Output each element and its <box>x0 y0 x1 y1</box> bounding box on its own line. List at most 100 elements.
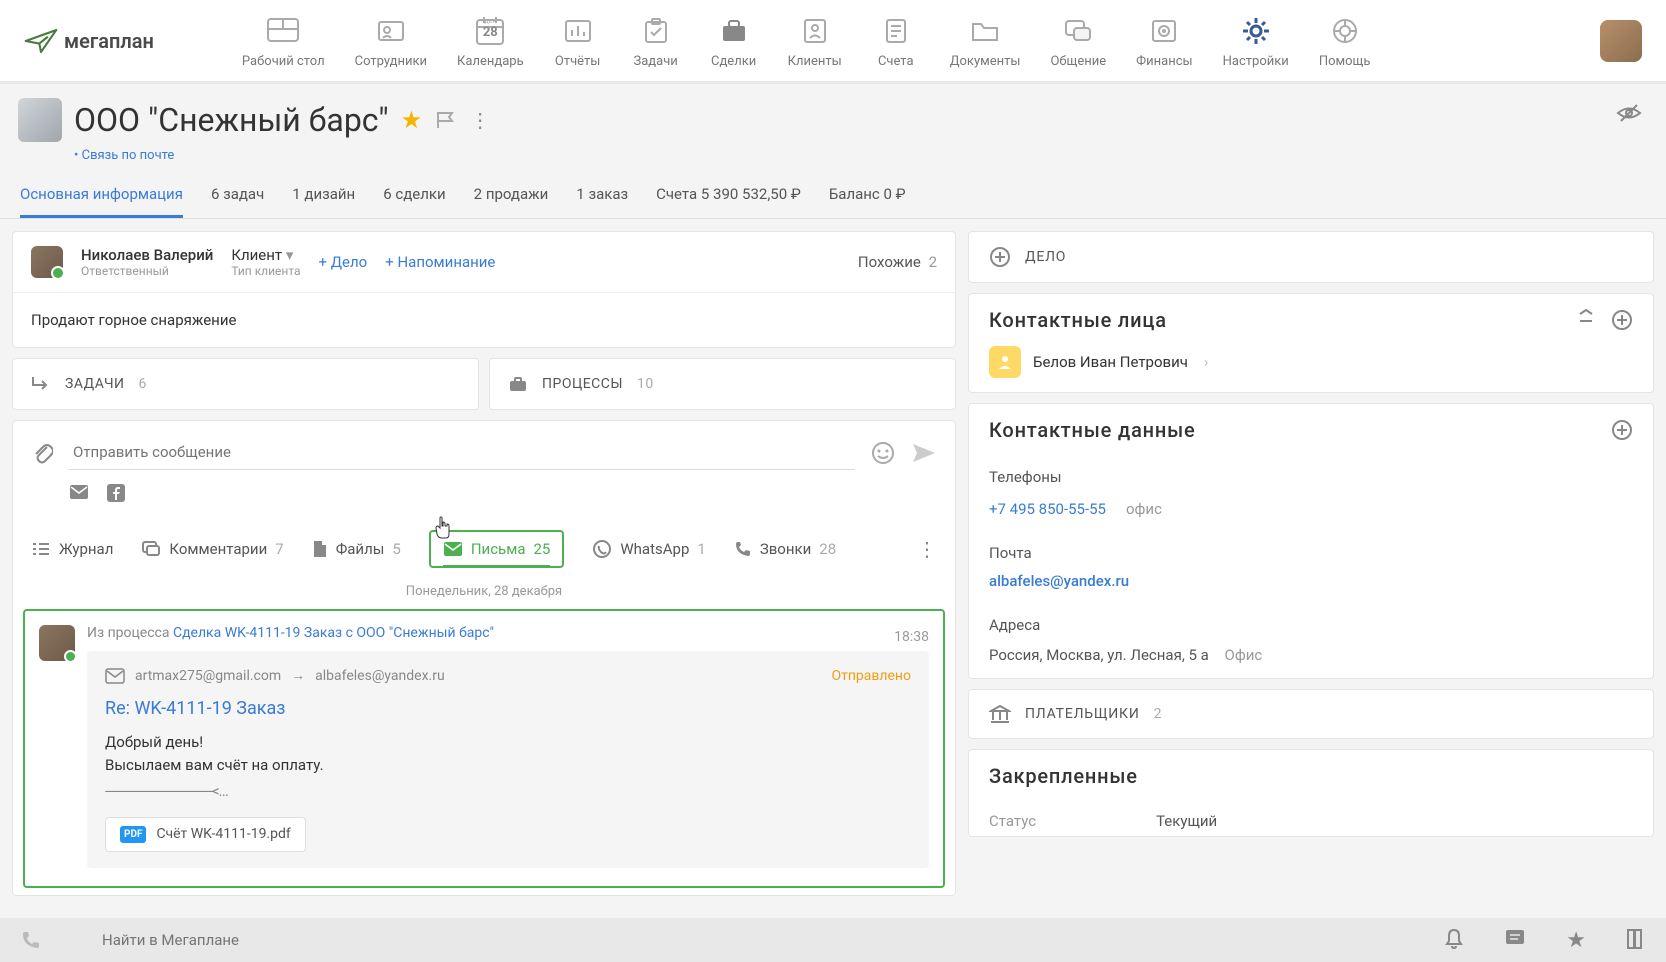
add-task-button[interactable]: + Дело <box>319 253 368 271</box>
phone-type: офис <box>1126 500 1162 518</box>
message-input[interactable] <box>69 435 855 470</box>
nav-calendar[interactable]: дек28 Календарь <box>449 8 532 73</box>
process-link[interactable]: Сделка WK-4111-19 Заказ с ООО "Снежный б… <box>173 625 494 641</box>
client-type-dropdown[interactable]: Клиент ▾ <box>231 246 300 264</box>
arrow-icon <box>31 375 51 393</box>
tab-sales[interactable]: 2 продажи <box>474 185 549 218</box>
contact-method-link[interactable]: Связь по почте <box>74 148 174 163</box>
mail-small-icon <box>105 668 125 684</box>
processes-widget[interactable]: ПРОЦЕССЫ 10 <box>489 358 956 410</box>
payers-widget[interactable]: ПЛАТЕЛЬЩИКИ 2 <box>968 689 1654 739</box>
filter-count: 28 <box>819 540 836 558</box>
nav-label: Клиенты <box>788 54 842 69</box>
tab-deals[interactable]: 6 сделки <box>383 185 445 218</box>
nav-label: Финансы <box>1136 54 1193 69</box>
email-from: artmax275@gmail.com <box>135 668 281 684</box>
tasks-widget[interactable]: ЗАДАЧИ 6 <box>12 358 479 410</box>
email-content: artmax275@gmail.com → albafeles@yandex.r… <box>87 651 929 868</box>
responsible-avatar[interactable] <box>31 246 63 278</box>
email-channel-icon[interactable] <box>69 484 89 502</box>
briefcase-icon <box>710 12 758 50</box>
collapse-icon[interactable] <box>1577 309 1595 331</box>
feed-filters: Журнал Комментарии 7 Файлы 5 Письма 25 <box>13 516 955 578</box>
nav-clients[interactable]: Клиенты <box>780 8 850 73</box>
plus-circle-icon[interactable] <box>989 246 1011 268</box>
mail-section: Почта <box>989 544 1633 562</box>
contacts-widget: Контактные лица Белов Иван Петрович › <box>968 293 1654 393</box>
tab-balance[interactable]: Баланс 0 ₽ <box>829 185 906 218</box>
tab-design[interactable]: 1 дизайн <box>292 185 355 218</box>
star-icon[interactable]: ★ <box>401 106 423 134</box>
visibility-off-icon[interactable] <box>1616 102 1642 124</box>
invoice-icon <box>872 12 920 50</box>
flag-icon[interactable] <box>434 110 458 130</box>
similar-clients[interactable]: Похожие 2 <box>858 253 937 271</box>
nav-deals[interactable]: Сделки <box>702 8 766 73</box>
delo-widget[interactable]: ДЕЛО <box>968 231 1654 283</box>
list-icon <box>31 541 51 557</box>
nav-reports[interactable]: Отчёты <box>546 8 610 73</box>
email-body-line: Добрый день! <box>105 731 911 754</box>
add-data-icon[interactable] <box>1611 419 1633 441</box>
send-icon[interactable] <box>911 442 937 464</box>
bookmarks-icon[interactable] <box>1626 928 1646 953</box>
filter-emails[interactable]: Письма 25 <box>429 530 565 568</box>
email-attachment[interactable]: PDF Счёт WK-4111-19.pdf <box>105 817 306 852</box>
nav-documents[interactable]: Документы <box>942 8 1029 73</box>
contact-person[interactable]: Белов Иван Петрович › <box>989 346 1633 378</box>
phones-section: Телефоны <box>989 468 1633 486</box>
email-value[interactable]: albafeles@yandex.ru <box>989 572 1129 590</box>
content: Николаев Валерий Ответственный Клиент ▾ … <box>0 219 1666 908</box>
nav-invoices[interactable]: Счета <box>864 8 928 73</box>
add-reminder-button[interactable]: + Напоминание <box>385 253 495 271</box>
user-avatar[interactable] <box>1600 20 1642 62</box>
person-avatar <box>989 346 1021 378</box>
nav-employees[interactable]: Сотрудники <box>347 8 435 73</box>
pdf-badge: PDF <box>120 826 146 843</box>
delo-label: ДЕЛО <box>1025 249 1066 265</box>
address-value: Россия, Москва, ул. Лесная, 5 а <box>989 646 1209 664</box>
filter-more-icon[interactable]: ⋮ <box>917 537 937 561</box>
star-bottom-icon[interactable]: ★ <box>1566 928 1586 953</box>
nav-communication[interactable]: Общение <box>1042 8 1114 73</box>
filter-files[interactable]: Файлы 5 <box>312 539 401 559</box>
calendar-icon: дек28 <box>466 12 514 50</box>
nav-finance[interactable]: Финансы <box>1128 8 1201 73</box>
filter-label: Журнал <box>59 540 113 558</box>
phone-bottom-icon[interactable] <box>20 929 42 951</box>
filter-comments[interactable]: Комментарии 7 <box>141 540 283 558</box>
nav-items: Рабочий стол Сотрудники дек28 Календарь … <box>234 8 1600 73</box>
filter-journal[interactable]: Журнал <box>31 540 113 558</box>
global-search-input[interactable] <box>62 923 602 957</box>
filter-calls[interactable]: Звонки 28 <box>734 540 836 558</box>
filter-whatsapp[interactable]: WhatsApp 1 <box>592 539 705 559</box>
logo[interactable]: мегаплан <box>24 28 154 54</box>
reports-icon <box>554 12 602 50</box>
process-reference: Из процесса Сделка WK-4111-19 Заказ с ОО… <box>87 625 929 641</box>
phone-number[interactable]: +7 495 850-55-55 <box>989 500 1106 518</box>
tab-orders[interactable]: 1 заказ <box>576 185 628 218</box>
email-subject[interactable]: Re: WK-4111-19 Заказ <box>105 698 911 719</box>
tab-main-info[interactable]: Основная информация <box>20 185 183 218</box>
filter-count: 7 <box>275 540 283 558</box>
bell-icon[interactable] <box>1444 928 1464 953</box>
facebook-channel-icon[interactable] <box>107 484 125 502</box>
phone-icon <box>734 540 752 558</box>
filter-count: 5 <box>392 540 400 558</box>
more-vert-icon[interactable]: ⋮ <box>470 108 490 132</box>
tab-tasks[interactable]: 6 задач <box>211 185 264 218</box>
process-prefix: Из процесса <box>87 625 173 641</box>
add-contact-icon[interactable] <box>1611 309 1633 331</box>
nav-tasks[interactable]: Задачи <box>624 8 688 73</box>
nav-desktop[interactable]: Рабочий стол <box>234 8 333 73</box>
filter-label: Звонки <box>760 540 811 558</box>
emoji-icon[interactable] <box>871 441 895 465</box>
contact-data-widget: Контактные данные Телефоны +7 495 850-55… <box>968 403 1654 679</box>
attach-icon[interactable] <box>31 441 53 465</box>
sender-avatar[interactable] <box>39 625 75 661</box>
messages-icon[interactable] <box>1504 928 1526 953</box>
tab-invoices[interactable]: Счета 5 390 532,50 ₽ <box>656 185 801 218</box>
nav-settings[interactable]: Настройки <box>1215 8 1297 73</box>
logo-text: мегаплан <box>64 29 154 53</box>
nav-help[interactable]: Помощь <box>1311 8 1379 73</box>
